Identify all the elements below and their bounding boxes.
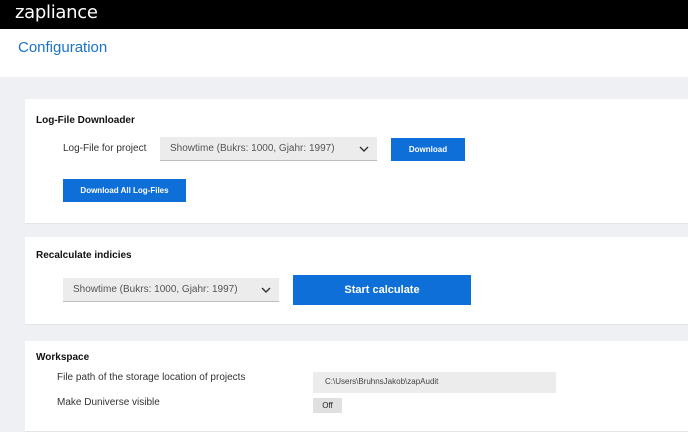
workspace-section-title: Workspace	[36, 352, 90, 363]
storage-path-label: File path of the storage location of pro…	[57, 372, 246, 383]
logfile-section-title: Log-File Downloader	[36, 115, 135, 126]
chevron-down-icon	[261, 287, 271, 293]
storage-path-field[interactable]: C:\Users\BruhnsJakob\zapAudit	[313, 372, 556, 393]
logfile-project-label: Log-File for project	[63, 143, 147, 154]
download-all-logfiles-button[interactable]: Download All Log-Files	[63, 179, 186, 202]
recalc-section-title: Recalculate indicies	[36, 250, 132, 261]
duniverse-visible-toggle[interactable]: Off	[313, 398, 342, 413]
top-bar: zapliance	[0, 0, 688, 29]
logfile-project-select[interactable]: Showtime (Bukrs: 1000, Gjahr: 1997)	[160, 137, 377, 161]
page-title: Configuration	[18, 39, 108, 56]
workspace-card: Workspace File path of the storage locat…	[25, 341, 688, 432]
duniverse-visible-label: Make Duniverse visible	[57, 397, 160, 408]
storage-path-value: C:\Users\BruhnsJakob\zapAudit	[325, 377, 439, 386]
recalculate-card: Recalculate indicies Showtime (Bukrs: 10…	[25, 237, 688, 325]
main-content: Log-File Downloader Log-File for project…	[0, 77, 688, 432]
start-calculate-button[interactable]: Start calculate	[293, 275, 471, 305]
logfile-project-select-value: Showtime (Bukrs: 1000, Gjahr: 1997)	[170, 143, 335, 154]
recalc-project-select[interactable]: Showtime (Bukrs: 1000, Gjahr: 1997)	[63, 278, 279, 302]
app-logo[interactable]: zapliance	[15, 2, 98, 24]
duniverse-toggle-state: Off	[322, 401, 333, 410]
logfile-downloader-card: Log-File Downloader Log-File for project…	[25, 99, 688, 224]
chevron-down-icon	[359, 146, 369, 152]
recalc-project-select-value: Showtime (Bukrs: 1000, Gjahr: 1997)	[73, 284, 238, 295]
download-button[interactable]: Download	[391, 138, 465, 161]
